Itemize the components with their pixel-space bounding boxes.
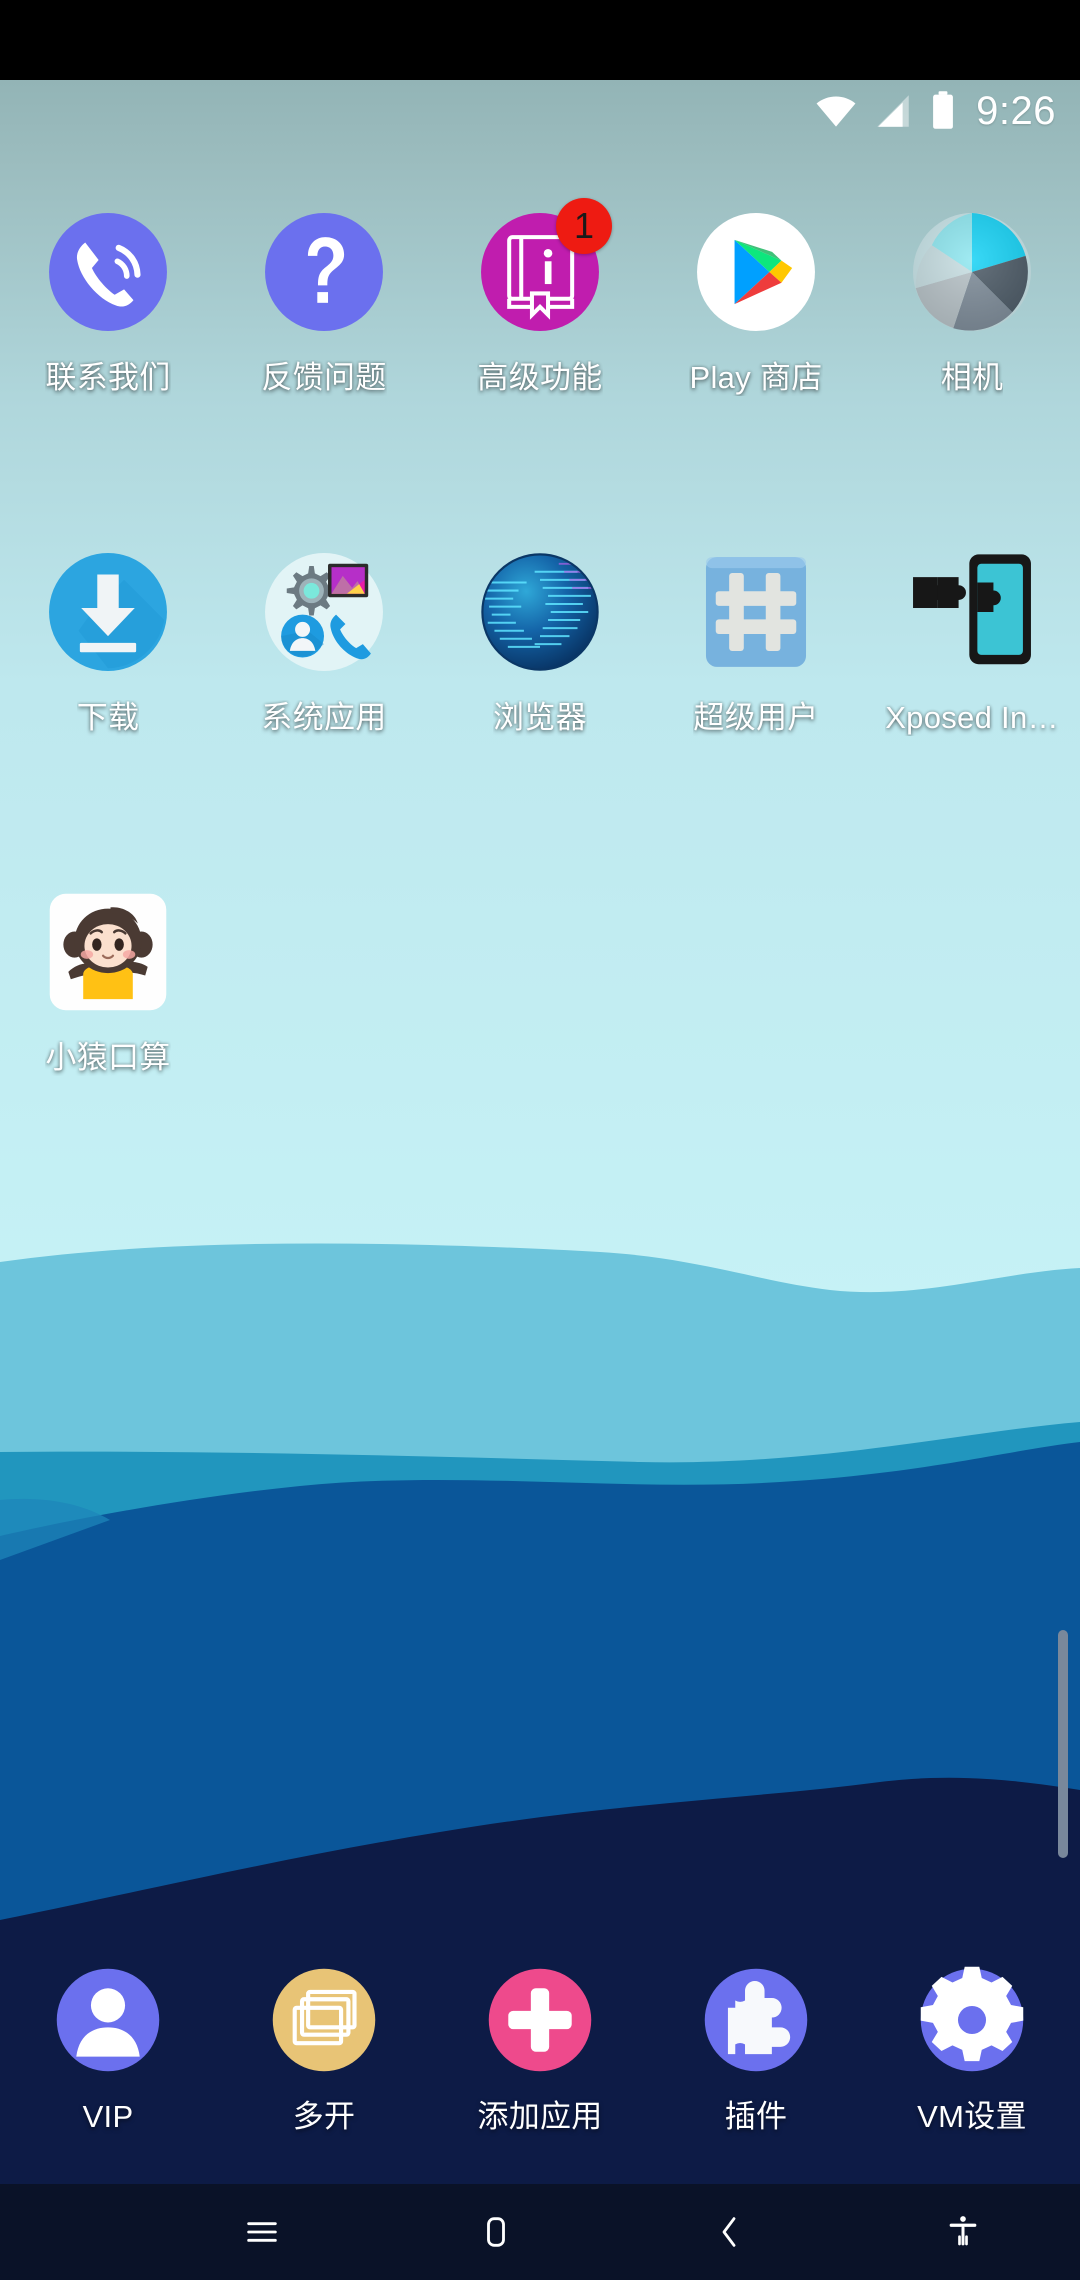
app-icon-downloads[interactable]: 下载 xyxy=(0,520,216,860)
icon-wrap xyxy=(256,204,392,340)
app-label: 下载 xyxy=(76,700,140,735)
icon-wrap xyxy=(40,884,176,1020)
system-apps-folder-icon xyxy=(265,553,383,671)
play-store-icon xyxy=(697,213,815,331)
dock-item-vip[interactable]: VIP xyxy=(0,1940,216,2180)
icon-wrap xyxy=(694,1958,818,2082)
app-icon-superuser[interactable]: 超级用户 xyxy=(648,520,864,860)
icon-wrap xyxy=(40,544,176,680)
app-icon-yuan-math[interactable]: 小猿口算 xyxy=(0,860,216,1200)
home-square-icon xyxy=(486,2217,505,2247)
icon-wrap xyxy=(256,544,392,680)
app-label: Xposed In… xyxy=(885,700,1059,735)
dock-item-add-app[interactable]: 添加应用 xyxy=(432,1940,648,2180)
plus-add-icon xyxy=(488,1968,592,2072)
dock-item-plugins[interactable]: 插件 xyxy=(648,1940,864,2180)
icon-wrap xyxy=(688,204,824,340)
gear-settings-icon xyxy=(920,1966,1024,2072)
icon-wrap xyxy=(688,544,824,680)
battery-icon xyxy=(933,91,954,129)
dock-label: VM设置 xyxy=(917,2099,1027,2134)
icon-wrap xyxy=(46,1958,170,2082)
app-label: 系统应用 xyxy=(261,700,387,735)
cellular-signal-icon xyxy=(877,95,909,127)
app-label: Play 商店 xyxy=(689,360,823,395)
xposed-installer-icon xyxy=(913,554,1031,665)
superuser-hash-icon xyxy=(705,557,807,667)
app-icon-xposed-installer[interactable]: Xposed In… xyxy=(864,520,1080,860)
nav-button-menu[interactable] xyxy=(145,2212,379,2252)
notch-strip xyxy=(0,0,1080,80)
page-scrollbar[interactable] xyxy=(1058,1630,1068,1858)
dock-label: 多开 xyxy=(292,2099,356,2134)
app-icon-play-store[interactable]: Play 商店 xyxy=(648,180,864,520)
app-label: 高级功能 xyxy=(477,360,603,395)
app-grid-row: 小猿口算 xyxy=(0,860,1080,1200)
accessibility-icon xyxy=(949,2216,977,2246)
nav-button-back[interactable] xyxy=(612,2212,846,2252)
phone-call-icon xyxy=(49,213,167,331)
app-label: 超级用户 xyxy=(693,700,819,735)
menu-recents-icon xyxy=(247,2222,277,2242)
icon-wrap xyxy=(262,1958,386,2082)
icon-wrap: 1 xyxy=(472,198,612,340)
app-label: 相机 xyxy=(940,360,1004,395)
nav-button-accessibility[interactable] xyxy=(846,2212,1080,2252)
icon-wrap xyxy=(478,1958,602,2082)
download-icon xyxy=(49,553,167,671)
status-bar-clock: 9:26 xyxy=(976,89,1056,133)
icon-wrap xyxy=(904,544,1040,680)
app-label: 反馈问题 xyxy=(261,360,387,395)
app-icon-system-apps-folder[interactable]: 系统应用 xyxy=(216,520,432,860)
app-label: 联系我们 xyxy=(45,360,171,395)
dock-item-vm-settings[interactable]: VM设置 xyxy=(864,1940,1080,2180)
app-grid: 联系我们 反馈问题 1 高级功能 Play 商店 相机 下载 系统应用 浏览器 … xyxy=(0,180,1080,1200)
status-bar: 9:26 xyxy=(0,80,1080,142)
nav-button-home[interactable] xyxy=(379,2212,613,2252)
icon-wrap xyxy=(904,204,1040,340)
globe-browser-icon xyxy=(481,553,599,671)
navigation-bar xyxy=(0,2184,1080,2280)
icon-wrap xyxy=(472,544,608,680)
wifi-icon xyxy=(816,96,856,127)
app-label: 小猿口算 xyxy=(45,1040,171,1075)
monkey-math-icon xyxy=(49,893,167,1011)
app-icon-browser[interactable]: 浏览器 xyxy=(432,520,648,860)
icon-wrap xyxy=(910,1958,1034,2082)
dock: VIP 多开 添加应用 插件 VM设置 xyxy=(0,1940,1080,2180)
back-chevron-icon xyxy=(722,2217,736,2247)
app-grid-row: 下载 系统应用 浏览器 超级用户 Xposed In… xyxy=(0,520,1080,860)
app-icon-contact-us[interactable]: 联系我们 xyxy=(0,180,216,520)
notification-badge: 1 xyxy=(556,198,612,254)
dock-label: VIP xyxy=(82,2099,134,2134)
puzzle-plugin-icon xyxy=(704,1968,808,2072)
android-home-screen: 9:26 联系我们 反馈问题 1 高级功能 Play 商店 相机 下载 系统应用… xyxy=(0,0,1080,2280)
dock-item-multi-instance[interactable]: 多开 xyxy=(216,1940,432,2180)
app-icon-feedback[interactable]: 反馈问题 xyxy=(216,180,432,520)
app-icon-camera[interactable]: 相机 xyxy=(864,180,1080,520)
app-label: 浏览器 xyxy=(493,700,587,735)
icon-wrap xyxy=(40,204,176,340)
user-person-icon xyxy=(56,1968,160,2072)
app-icon-advanced-features[interactable]: 1 高级功能 xyxy=(432,180,648,520)
dock-label: 添加应用 xyxy=(477,2099,603,2134)
dock-label: 插件 xyxy=(724,2099,788,2134)
camera-aperture-icon xyxy=(913,213,1031,331)
multi-window-icon xyxy=(272,1968,376,2072)
app-grid-row: 联系我们 反馈问题 1 高级功能 Play 商店 相机 xyxy=(0,180,1080,520)
question-mark-icon xyxy=(265,213,383,331)
